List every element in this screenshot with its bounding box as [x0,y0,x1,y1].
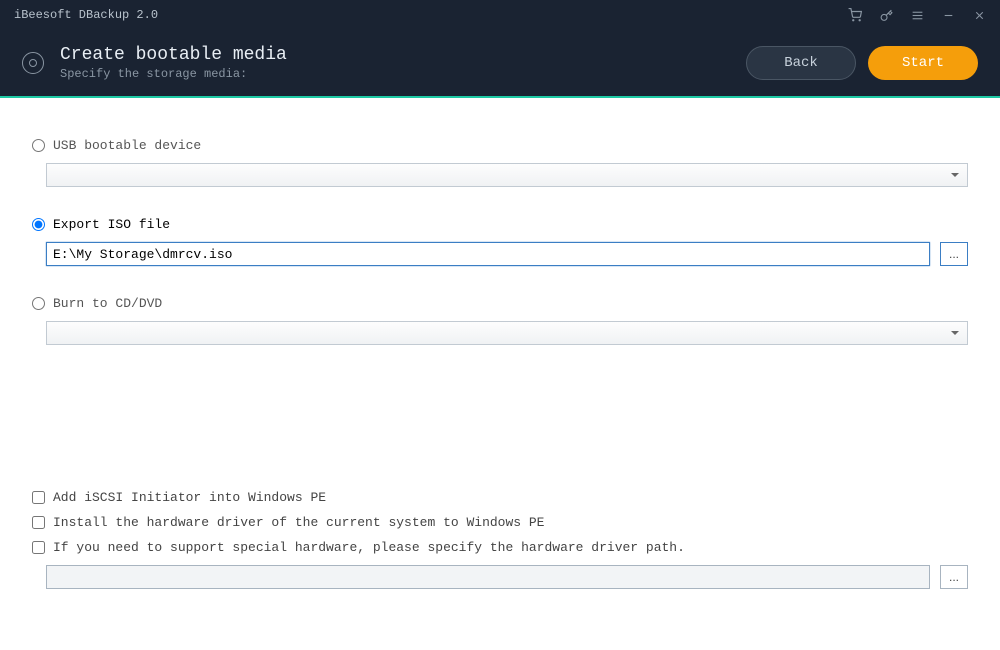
checkbox-iscsi[interactable] [32,491,45,504]
checkbox-iscsi-label: Add iSCSI Initiator into Windows PE [53,490,326,505]
driver-path-input[interactable] [46,565,930,589]
checkbox-driver-install-label: Install the hardware driver of the curre… [53,515,544,530]
radio-cd[interactable] [32,297,45,310]
radio-iso[interactable] [32,218,45,231]
page-header: Create bootable media Specify the storag… [0,30,1000,98]
menu-icon[interactable] [911,9,924,22]
chevron-down-icon [951,173,959,177]
iso-browse-button[interactable]: ... [940,242,968,266]
chevron-down-icon [951,331,959,335]
usb-device-select[interactable] [46,163,968,187]
minimize-icon[interactable] [942,9,955,22]
back-button[interactable]: Back [746,46,856,80]
close-icon[interactable] [973,9,986,22]
titlebar-controls [848,8,986,22]
advanced-section: Add iSCSI Initiator into Windows PE Inst… [32,490,968,589]
iso-path-input[interactable] [46,242,930,266]
start-button[interactable]: Start [868,46,978,80]
radio-usb[interactable] [32,139,45,152]
disc-icon [22,52,44,74]
checkbox-driver-path[interactable] [32,541,45,554]
driver-browse-button[interactable]: ... [940,565,968,589]
titlebar: iBeesoft DBackup 2.0 [0,0,1000,30]
radio-usb-label: USB bootable device [53,138,201,153]
header-buttons: Back Start [746,46,978,80]
option-usb: USB bootable device [32,138,968,187]
page-subtitle: Specify the storage media: [60,67,730,81]
checkbox-driver-path-label: If you need to support special hardware,… [53,540,685,555]
checkbox-driver-install[interactable] [32,516,45,529]
content-area: USB bootable device Export ISO file ... … [0,98,1000,650]
page-title: Create bootable media [60,45,730,65]
option-iso: Export ISO file ... [32,217,968,266]
radio-iso-label: Export ISO file [53,217,170,232]
cd-device-select[interactable] [46,321,968,345]
app-title: iBeesoft DBackup 2.0 [14,8,158,22]
header-text: Create bootable media Specify the storag… [60,45,730,81]
key-icon[interactable] [880,9,893,22]
option-cd: Burn to CD/DVD [32,296,968,345]
radio-cd-label: Burn to CD/DVD [53,296,162,311]
cart-icon[interactable] [848,8,862,22]
